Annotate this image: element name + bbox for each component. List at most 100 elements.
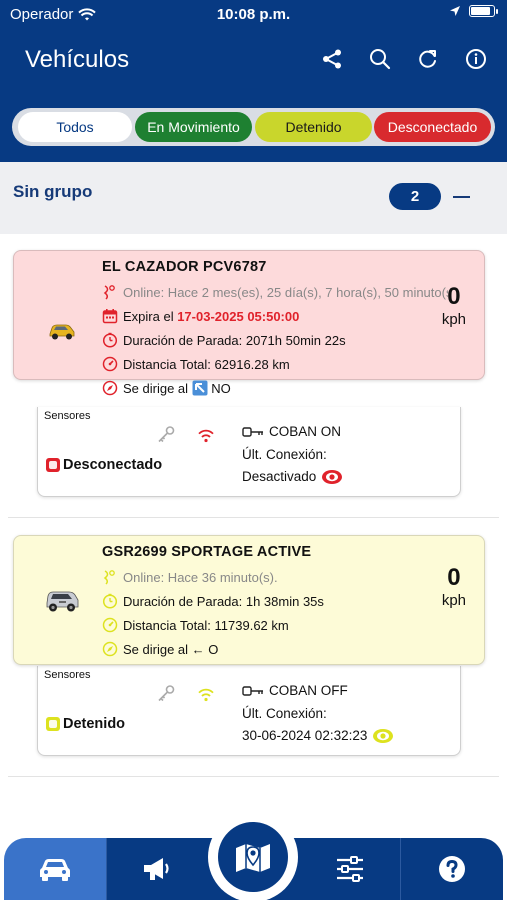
stop-duration-row: Duración de Parada: 2071h 50min 22s — [102, 332, 346, 348]
search-icon — [370, 49, 391, 70]
tab-settings[interactable] — [300, 838, 400, 900]
filter-bar: Todos En Movimiento Detenido Desconectad… — [0, 92, 507, 162]
speed-value: 0 — [447, 564, 461, 591]
group-title: Sin grupo — [13, 182, 93, 201]
vehicle-name: GSR2699 SPORTAGE ACTIVE — [102, 544, 312, 560]
wifi-signal-icon — [198, 688, 214, 702]
compass-icon — [102, 641, 118, 657]
sensor-panel: Sensores Detenido COBAN OFF Últ. Conexió… — [37, 666, 461, 756]
suv-icon — [46, 591, 79, 612]
odometer-icon — [102, 356, 118, 372]
map-icon — [236, 844, 270, 872]
stop-duration: Duración de Parada: 2071h 50min 22s — [123, 332, 346, 348]
vehicle-card[interactable]: EL CAZADOR PCV6787 Online: Hace 2 mes(es… — [13, 250, 485, 396]
calendar-icon — [102, 309, 118, 324]
last-connection-label: Últ. Conexión: — [242, 705, 327, 721]
bottom-tab-bar — [0, 812, 507, 900]
last-connection-value: Desactivado — [242, 469, 317, 484]
sensor-icons — [156, 425, 216, 445]
sensor-icons — [156, 684, 216, 704]
status-indicator: Detenido — [46, 716, 125, 732]
filter-moving[interactable]: En Movimiento — [135, 112, 252, 142]
last-connection-label: Últ. Conexión: — [242, 446, 327, 462]
key-icon — [158, 426, 175, 443]
speed-unit: kph — [441, 311, 466, 328]
filter-disconnected[interactable]: Desconectado — [374, 112, 491, 142]
odometer-icon — [102, 617, 118, 633]
heading-row: Se dirige al ← O — [102, 641, 218, 657]
status-filter: Todos En Movimiento Detenido Desconectad… — [12, 108, 495, 146]
compass-icon — [102, 380, 118, 396]
heading-row: Se dirige al NO — [102, 380, 231, 396]
filter-stopped[interactable]: Detenido — [255, 112, 372, 142]
search-button[interactable] — [367, 46, 393, 72]
help-icon — [439, 856, 465, 882]
status-text: Detenido — [63, 716, 126, 732]
distance-row: Distancia Total: 62916.28 km — [102, 356, 290, 372]
expiry-date: 17-03-2025 05:50:00 — [177, 308, 300, 324]
car-icon — [49, 324, 75, 340]
ignition-key-icon — [242, 427, 263, 437]
battery-icon — [469, 5, 498, 17]
heading-value: NO — [211, 380, 231, 396]
expiry-row: Expira el 17-03-2025 05:50:00 — [102, 308, 299, 324]
speed-unit: kph — [441, 592, 466, 609]
header-actions — [319, 46, 489, 72]
device-info: COBAN ON Últ. Conexión: Desactivado — [242, 421, 343, 489]
stop-duration: Duración de Parada: 1h 38min 35s — [123, 593, 324, 609]
heading-label: Se dirige al — [123, 380, 189, 396]
eye-icon[interactable] — [321, 469, 343, 485]
location-arrow-icon — [450, 6, 460, 16]
signal-icon — [103, 285, 115, 300]
speed-value: 0 — [447, 283, 461, 310]
list-divider — [8, 517, 499, 518]
status-text: Desconectado — [63, 457, 163, 473]
vehicle-list: Sin grupo 2 EL CAZADOR PCV6787 Online: H… — [0, 162, 507, 900]
status-indicator: Desconectado — [46, 457, 162, 473]
share-button[interactable] — [319, 46, 345, 72]
group-count-badge[interactable]: 2 — [389, 183, 441, 210]
device-info: COBAN OFF Últ. Conexión: 30-06-2024 02:3… — [242, 680, 394, 748]
wifi-signal-icon — [198, 429, 214, 443]
filter-all[interactable]: Todos — [18, 112, 132, 142]
last-connection-value: 30-06-2024 02:32:23 — [242, 728, 368, 743]
speed-display: 0 kph — [442, 283, 466, 329]
sensors-label: Sensores — [44, 669, 91, 681]
device-row: COBAN OFF — [242, 680, 394, 703]
tab-vehicles[interactable] — [4, 838, 106, 900]
collapse-icon[interactable] — [453, 196, 470, 198]
vehicle-card[interactable]: GSR2699 SPORTAGE ACTIVE Online: Hace 36 … — [13, 535, 485, 665]
expiry-label: Expira el — [123, 308, 174, 324]
tab-map[interactable] — [218, 822, 288, 892]
megaphone-icon — [143, 858, 169, 880]
share-icon — [323, 49, 341, 69]
distance-row: Distancia Total: 11739.62 km — [102, 617, 289, 633]
page-title: Vehículos — [25, 46, 130, 73]
last-connection-row: Desactivado — [242, 466, 343, 489]
navigation-bar: Vehículos — [0, 30, 507, 92]
info-button[interactable] — [463, 46, 489, 72]
arrow-northwest-icon — [192, 380, 208, 396]
online-text: Online: Hace 36 minuto(s). — [123, 569, 278, 585]
clock: 10:08 p.m. — [216, 6, 291, 23]
car-icon — [40, 859, 70, 881]
tab-help[interactable] — [400, 838, 503, 900]
status-dot — [46, 458, 60, 472]
vehicle-name: EL CAZADOR PCV6787 — [102, 259, 267, 275]
timer-icon — [102, 332, 118, 348]
refresh-icon — [419, 50, 436, 68]
sensors-label: Sensores — [44, 410, 91, 422]
refresh-button[interactable] — [415, 46, 441, 72]
speed-display: 0 kph — [442, 564, 466, 610]
status-right — [449, 5, 498, 17]
online-text: Online: Hace 2 mes(es), 25 día(s), 7 hor… — [123, 284, 448, 300]
group-header[interactable]: Sin grupo 2 — [0, 162, 507, 234]
status-bar: Operador 10:08 p.m. — [0, 0, 507, 30]
list-divider — [8, 776, 499, 777]
key-icon — [158, 685, 175, 702]
timer-icon — [102, 593, 118, 609]
tab-alerts[interactable] — [106, 838, 206, 900]
heading-value: ← O — [191, 641, 219, 657]
online-row: Online: Hace 36 minuto(s). — [102, 569, 448, 585]
eye-icon[interactable] — [372, 728, 394, 744]
